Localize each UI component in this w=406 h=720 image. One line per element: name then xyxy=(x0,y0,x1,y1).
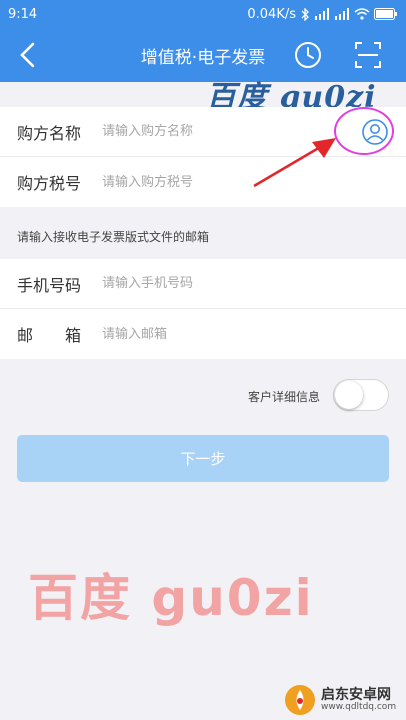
contact-group: 手机号码 邮 箱 xyxy=(0,259,406,359)
brand-name: 启东安卓网 xyxy=(321,686,391,703)
status-time: 9:14 xyxy=(8,6,38,22)
phone-input[interactable] xyxy=(102,276,322,291)
customer-detail-toggle[interactable] xyxy=(333,379,389,411)
annotation-arrow-icon xyxy=(253,138,336,188)
buyer-tax-row: 购方税号 xyxy=(0,157,406,207)
toggle-knob xyxy=(335,381,363,409)
next-step-button[interactable]: 下一步 xyxy=(17,435,389,482)
brand-logo-icon xyxy=(285,685,315,715)
email-label: 邮 箱 xyxy=(17,326,82,345)
email-input[interactable] xyxy=(102,326,322,342)
bluetooth-icon xyxy=(301,7,309,21)
email-row: 邮 箱 xyxy=(0,309,406,359)
watermark-big: 百度 gu0zi xyxy=(28,569,314,627)
net-speed: 0.04K/s xyxy=(247,6,296,22)
phone-label: 手机号码 xyxy=(17,275,82,295)
status-bar: 9:14 0.04K/s xyxy=(0,0,406,28)
brand-badge: 启东安卓网 www.qdltdq.com xyxy=(283,683,396,717)
scan-icon[interactable] xyxy=(352,39,384,71)
status-icons: 0.04K/s xyxy=(247,7,398,22)
buyer-tax-label: 购方税号 xyxy=(17,174,82,193)
battery-icon xyxy=(374,8,397,20)
brand-url: www.qdltdq.com xyxy=(321,701,397,712)
history-clock-icon[interactable] xyxy=(292,39,324,71)
annotation-circle xyxy=(334,107,394,155)
buyer-name-label: 购方名称 xyxy=(17,123,82,143)
signal-icon xyxy=(315,8,329,20)
customer-detail-row: 客户详细信息 xyxy=(0,376,406,416)
signal-icon-2 xyxy=(335,8,349,20)
wifi-icon xyxy=(354,8,370,20)
customer-detail-label: 客户详细信息 xyxy=(247,390,320,404)
email-hint: 请输入接收电子发票版式文件的邮箱 xyxy=(17,230,210,244)
page-title: 增值税·电子发票 xyxy=(140,48,266,68)
phone-row: 手机号码 xyxy=(0,259,406,309)
